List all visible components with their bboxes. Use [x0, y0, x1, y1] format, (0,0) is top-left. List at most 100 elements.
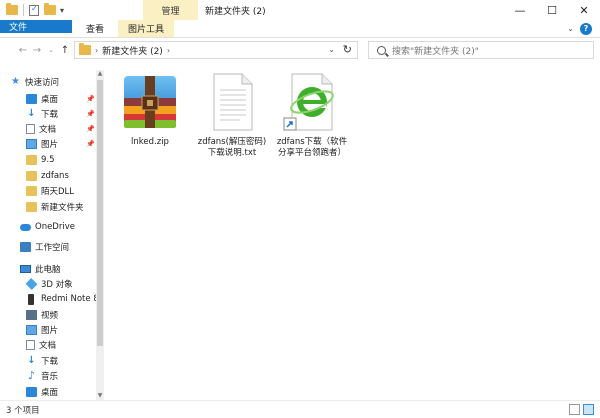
refresh-icon[interactable]: ↻	[343, 43, 352, 56]
nav-label: 9.5	[41, 155, 55, 165]
folder-icon	[26, 155, 37, 165]
nav-item-downloads[interactable]: ↓ 下载	[26, 107, 58, 121]
network-icon	[20, 242, 31, 252]
close-button[interactable]: ✕	[568, 0, 600, 20]
details-view-icon[interactable]	[569, 404, 580, 415]
breadcrumb-current[interactable]: 新建文件夹 (2)	[102, 44, 163, 57]
forward-button[interactable]: →	[30, 41, 44, 59]
window-controls: — ☐ ✕	[504, 0, 600, 20]
scroll-down-icon[interactable]: ▼	[96, 392, 104, 400]
minimize-button[interactable]: —	[504, 0, 536, 20]
desktop-icon	[26, 387, 37, 397]
download-icon: ↓	[27, 355, 36, 366]
nav-scrollbar[interactable]: ▲ ▼	[96, 70, 104, 400]
status-bar: 3 个项目	[0, 400, 600, 418]
nav-onedrive[interactable]: OneDrive	[20, 220, 75, 234]
nav-quick-access[interactable]: ★ 快速访问	[10, 75, 59, 89]
desktop-icon	[26, 94, 37, 104]
nav-item-documents[interactable]: 文档	[26, 122, 56, 136]
nav-this-pc[interactable]: 此电脑	[20, 262, 61, 276]
recent-locations-button[interactable]: ⌄	[44, 41, 58, 59]
expand-ribbon-icon[interactable]: ⌄	[567, 24, 574, 33]
maximize-button[interactable]: ☐	[536, 0, 568, 20]
file-list: lnked.zip zdfans(解压密码)下载说明.txt zdfans下载（…	[104, 62, 600, 400]
3d-objects-icon	[25, 278, 38, 290]
nav-label: 3D 对象	[41, 280, 73, 290]
folder-icon	[6, 3, 18, 15]
zip-archive-icon	[124, 76, 176, 128]
nav-network[interactable]: 工作空间	[20, 240, 69, 254]
nav-label: 工作空间	[35, 243, 70, 253]
folder-icon	[26, 202, 37, 212]
nav-item-downloads-pc[interactable]: ↓ 下载	[26, 354, 58, 368]
nav-item-desktop-pc[interactable]: 桌面	[26, 385, 58, 399]
nav-label: zdfans	[41, 171, 69, 181]
nav-label: 桌面	[41, 388, 59, 398]
nav-item-folder-dll[interactable]: 陌天DLL	[26, 184, 74, 198]
breadcrumb-separator-icon[interactable]: ›	[95, 46, 98, 55]
music-icon: ♪	[27, 369, 36, 382]
back-button[interactable]: ←	[16, 41, 30, 59]
nav-label: 新建文件夹	[41, 203, 84, 213]
nav-item-phone[interactable]: Redmi Note 8	[26, 292, 99, 306]
nav-label: 图片	[41, 326, 59, 336]
qat-dropdown-icon[interactable]: ▾	[60, 6, 64, 15]
nav-item-folder-9-5[interactable]: 9.5	[26, 153, 55, 167]
nav-item-3d-objects[interactable]: 3D 对象	[25, 277, 73, 291]
address-dropdown-icon[interactable]: ⌄	[328, 45, 335, 54]
videos-icon	[26, 310, 37, 320]
nav-item-desktop[interactable]: 桌面	[26, 92, 58, 106]
nav-label: 图片	[41, 140, 59, 150]
search-box[interactable]: 搜索"新建文件夹 (2)"	[368, 41, 594, 59]
item-count: 3 个项目	[6, 405, 40, 416]
nav-label: 文档	[39, 341, 57, 351]
file-item-shortcut[interactable]: zdfans下载（软件分享平台领跑者）	[276, 70, 348, 159]
manage-context-tab[interactable]: 管理	[143, 0, 198, 20]
nav-item-pictures-pc[interactable]: 图片	[26, 323, 58, 337]
ie-shortcut-icon	[283, 73, 334, 131]
nav-item-new-folder[interactable]: 新建文件夹	[26, 200, 84, 214]
folder-icon	[26, 171, 37, 181]
nav-label: 音乐	[41, 372, 59, 382]
help-icon[interactable]: ?	[580, 22, 592, 35]
tab-view[interactable]: 查看	[76, 20, 114, 37]
properties-icon[interactable]	[29, 4, 39, 16]
nav-item-documents-pc[interactable]: 文档	[26, 338, 56, 352]
scroll-up-icon[interactable]: ▲	[96, 70, 104, 78]
nav-item-music[interactable]: ♪ 音乐	[26, 369, 58, 383]
folder-icon	[79, 43, 91, 55]
ribbon-tabs: 文件 主页 共享 查看 图片工具 ⌄ ?	[0, 20, 600, 38]
documents-icon	[26, 340, 35, 350]
nav-label: OneDrive	[35, 222, 75, 232]
search-icon	[377, 45, 386, 55]
search-placeholder: 搜索"新建文件夹 (2)"	[392, 46, 479, 57]
nav-item-videos[interactable]: 视频	[26, 308, 58, 322]
file-item-txt[interactable]: zdfans(解压密码)下载说明.txt	[196, 70, 268, 159]
file-name: lnked.zip	[131, 137, 169, 147]
nav-item-folder-zdfans[interactable]: zdfans	[26, 169, 69, 183]
nav-label: 陌天DLL	[41, 187, 75, 197]
large-icons-view-icon[interactable]	[583, 404, 594, 415]
nav-label: Redmi Note 8	[41, 294, 99, 304]
window-title: 新建文件夹 (2)	[205, 7, 266, 17]
file-item-zip[interactable]: lnked.zip	[114, 70, 186, 148]
nav-label: 此电脑	[35, 265, 61, 275]
navigation-pane: ★ 快速访问 桌面 📌 ↓ 下载 📌 文档 📌 图片 📌 9.5 zdfans …	[0, 70, 104, 400]
nav-item-pictures[interactable]: 图片	[26, 137, 58, 151]
address-bar[interactable]: › 新建文件夹 (2) › ⌄ ↻	[74, 41, 358, 59]
title-bar: ▾ 管理 新建文件夹 (2) — ☐ ✕	[0, 0, 600, 20]
tab-picture-tools[interactable]: 图片工具	[118, 20, 175, 37]
new-folder-icon[interactable]	[44, 3, 56, 15]
up-button[interactable]: ↑	[58, 41, 72, 59]
documents-icon	[26, 124, 35, 134]
scrollbar-thumb[interactable]	[97, 80, 103, 346]
nav-label: 下载	[41, 110, 59, 120]
tab-file[interactable]: 文件	[0, 20, 72, 33]
nav-label: 快速访问	[25, 78, 60, 88]
nav-label: 桌面	[41, 95, 59, 105]
file-name: zdfans(解压密码)下载说明.txt	[197, 137, 267, 158]
text-file-icon	[213, 73, 253, 131]
quick-access-toolbar: ▾	[0, 0, 64, 20]
star-icon: ★	[11, 76, 20, 87]
breadcrumb-separator-icon[interactable]: ›	[167, 46, 170, 55]
